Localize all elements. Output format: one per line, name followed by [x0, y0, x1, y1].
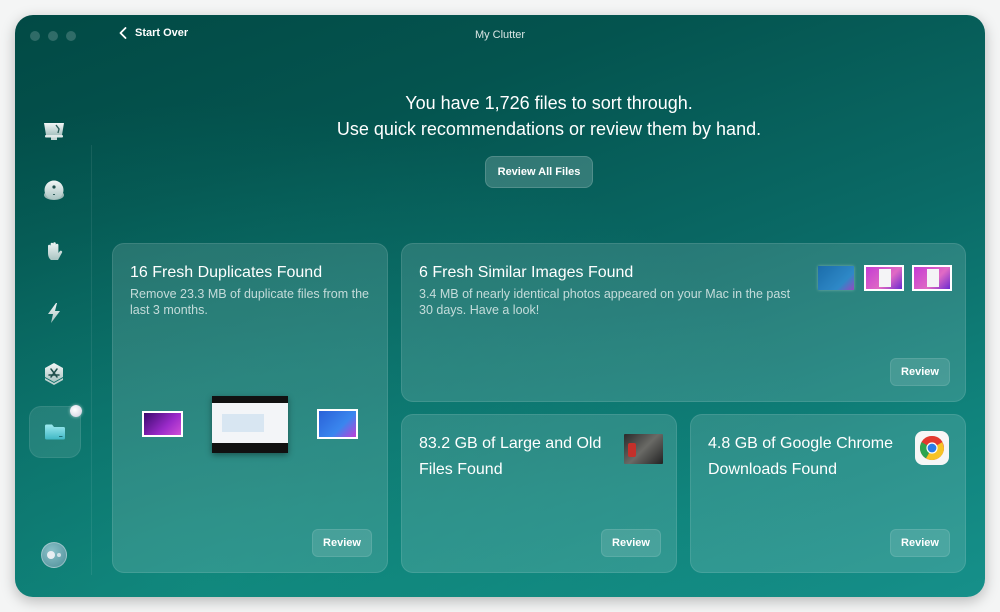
review-large-old-files-button[interactable]: Review [601, 529, 661, 557]
sidebar-item-protection[interactable] [29, 227, 79, 277]
chrome-icon [915, 431, 949, 465]
window-title: My Clutter [474, 29, 526, 41]
duplicate-thumbnail[interactable] [142, 411, 183, 437]
card-title: 6 Fresh Similar Images Found [419, 264, 634, 281]
app-store-icon [45, 363, 63, 385]
headline-line-2: Use quick recommendations or review them… [336, 119, 762, 139]
review-chrome-downloads-button[interactable]: Review [890, 529, 950, 557]
review-all-files-button[interactable]: Review All Files [485, 156, 593, 188]
card-title: 83.2 GB of Large and Old Files Found [419, 435, 602, 478]
review-duplicates-button[interactable]: Review [312, 529, 372, 557]
sidebar [15, 95, 93, 575]
card-description: Remove 23.3 MB of duplicate files from t… [130, 287, 370, 317]
large-old-files-card: 83.2 GB of Large and Old Files Found Rev… [401, 414, 677, 573]
duplicate-thumbnail[interactable] [212, 396, 288, 453]
chrome-downloads-card: 4.8 GB of Google Chrome Downloads Found … [690, 414, 966, 573]
lightning-icon [48, 303, 60, 323]
sidebar-item-smart-care[interactable] [29, 105, 79, 155]
card-title: 4.8 GB of Google Chrome Downloads Found [708, 435, 893, 478]
sidebar-item-performance[interactable] [29, 288, 79, 338]
app-window: Start Over My Clutter You have 1,726 fil… [15, 15, 985, 597]
disk-icon [44, 180, 64, 200]
sidebar-item-my-clutter[interactable] [29, 405, 82, 458]
card-title: 16 Fresh Duplicates Found [130, 264, 323, 281]
duplicates-card: 16 Fresh Duplicates Found Remove 23.3 MB… [112, 243, 388, 573]
duplicate-thumbnail[interactable] [317, 409, 358, 439]
similar-image-thumbnail[interactable] [818, 266, 854, 290]
review-similar-images-button[interactable]: Review [890, 358, 950, 386]
similar-images-card: 6 Fresh Similar Images Found 3.4 MB of n… [401, 243, 966, 402]
similar-image-thumbnail[interactable] [864, 265, 904, 291]
sidebar-item-cleanup[interactable] [29, 166, 79, 216]
card-description: 3.4 MB of nearly identical photos appear… [419, 287, 791, 317]
notification-badge [70, 405, 82, 417]
sidebar-item-applications[interactable] [29, 349, 79, 399]
sidebar-divider [91, 145, 92, 575]
page-headline: You have 1,726 files to sort through. Us… [113, 90, 985, 142]
hand-icon [48, 242, 63, 260]
large-file-thumbnail[interactable] [624, 434, 663, 464]
similar-image-thumbnail[interactable] [912, 265, 952, 291]
headline-line-1: You have 1,726 files to sort through. [405, 93, 693, 113]
assistant-icon[interactable] [41, 542, 67, 568]
imac-icon [44, 123, 64, 140]
folder-icon [45, 424, 65, 440]
